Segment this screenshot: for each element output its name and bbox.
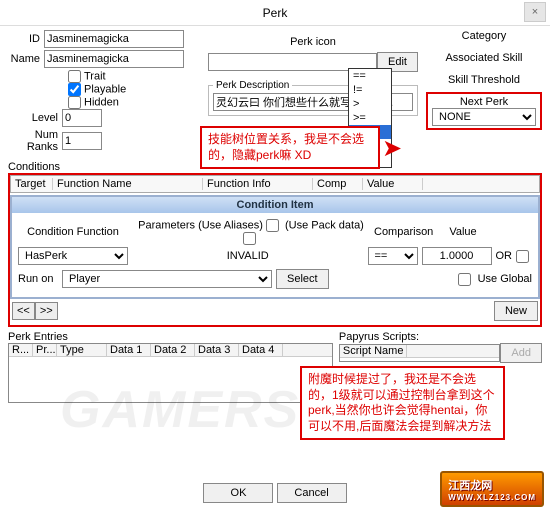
skillthresh-label: Skill Threshold xyxy=(426,74,542,86)
papyrus-label: Papyrus Scripts: xyxy=(339,331,542,343)
annotation-2: 附魔时候提过了，我还是不会选的，1级就可以通过控制台拿到这个perk,当然你也许… xyxy=(300,366,505,440)
trait-label: Trait xyxy=(84,70,106,82)
conditions-header: Target Function Name Function Info Comp … xyxy=(10,175,540,193)
runon-select[interactable]: Player xyxy=(62,270,272,288)
comparison-label: Comparison xyxy=(374,226,424,238)
or-label: OR xyxy=(496,250,513,262)
or-checkbox[interactable] xyxy=(516,250,529,263)
add-button: Add xyxy=(500,343,542,363)
runon-label: Run on xyxy=(18,273,58,285)
hidden-checkbox[interactable] xyxy=(68,96,81,109)
name-input[interactable] xyxy=(44,50,184,68)
category-label: Category xyxy=(426,30,542,42)
playable-checkbox[interactable] xyxy=(68,83,81,96)
id-label: ID xyxy=(8,33,44,45)
usepackdata-checkbox[interactable] xyxy=(243,232,256,245)
numranks-label: Num Ranks xyxy=(8,129,62,153)
conditem-title: Condition Item xyxy=(12,197,538,213)
assocskill-label: Associated Skill xyxy=(426,52,542,64)
condvalue-input[interactable] xyxy=(422,247,492,265)
perkentries-label: Perk Entries xyxy=(8,331,333,343)
select-button[interactable]: Select xyxy=(276,269,329,289)
ok-button[interactable]: OK xyxy=(203,483,273,503)
site-logo: 江西龙网WWW.XLZ123.COM xyxy=(440,471,544,507)
useglobal-label: Use Global xyxy=(478,273,532,285)
condfunc-label: Condition Function xyxy=(18,226,128,238)
perkentries-list[interactable]: R...Pr... TypeData 1 Data 2Data 3 Data 4 xyxy=(8,343,333,403)
next-button[interactable]: >> xyxy=(35,302,58,320)
comparison-select[interactable]: == xyxy=(368,247,418,265)
level-input[interactable] xyxy=(62,109,102,127)
close-icon[interactable]: × xyxy=(524,2,546,22)
id-input[interactable] xyxy=(44,30,184,48)
script-list[interactable]: Script Name xyxy=(339,344,501,362)
useglobal-checkbox[interactable] xyxy=(458,273,471,286)
param-invalid: INVALID xyxy=(132,250,364,262)
playable-label: Playable xyxy=(84,83,126,95)
cancel-button[interactable]: Cancel xyxy=(277,483,347,503)
nextperk-label: Next Perk xyxy=(432,96,536,108)
level-label: Level xyxy=(8,112,62,124)
new-button[interactable]: New xyxy=(494,301,538,321)
perkicon-label: Perk icon xyxy=(290,36,336,48)
condition-item-panel: Condition Item Condition Function Parame… xyxy=(10,195,540,299)
window-title: Perk xyxy=(263,6,288,20)
condfunc-select[interactable]: HasPerk xyxy=(18,247,128,265)
nextperk-select[interactable]: NONE xyxy=(432,108,536,126)
hidden-label: Hidden xyxy=(84,96,119,108)
value-label: Value xyxy=(428,226,498,238)
nextperk-group: Next Perk NONE xyxy=(426,92,542,130)
name-label: Name xyxy=(8,53,44,65)
trait-checkbox[interactable] xyxy=(68,70,81,83)
prev-button[interactable]: << xyxy=(12,302,35,320)
usealiases-checkbox[interactable] xyxy=(266,219,279,232)
perkdesc-label: Perk Description xyxy=(213,80,292,91)
annotation-1: 技能树位置关系，我是不会选的，隐藏perk嘛 XD xyxy=(200,126,380,169)
arrow-icon: ➤ xyxy=(382,134,402,163)
numranks-input[interactable] xyxy=(62,132,102,150)
